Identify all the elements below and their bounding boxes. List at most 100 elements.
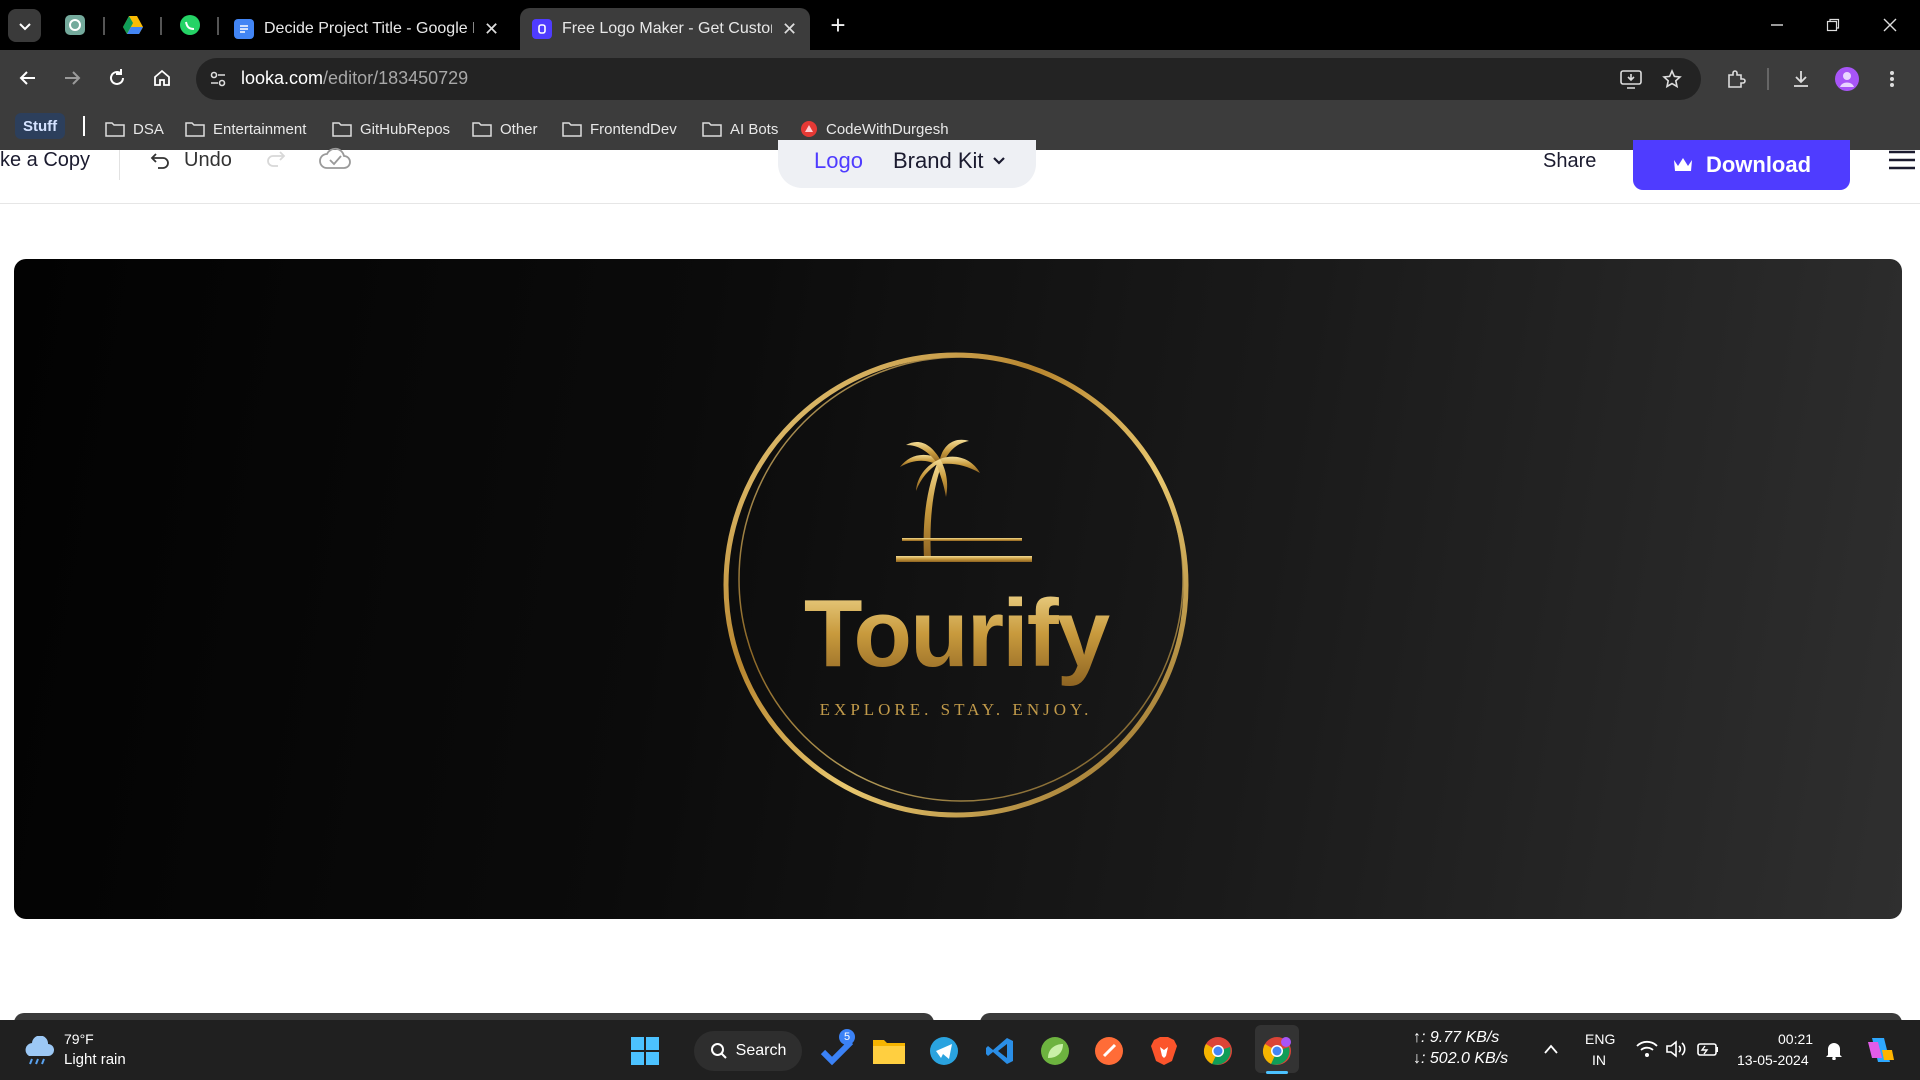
bookmark-folder-entertainment[interactable]: Entertainment: [185, 116, 306, 142]
downloads-icon[interactable]: [1786, 64, 1816, 94]
taskbar-app-file-explorer[interactable]: [871, 1033, 907, 1069]
logo-tagline: EXPLORE. STAY. ENJOY.: [820, 700, 1093, 719]
bookmark-stuff[interactable]: Stuff: [15, 113, 66, 139]
crown-icon: [1673, 158, 1692, 171]
show-hidden-icons-icon[interactable]: [1543, 1042, 1559, 1060]
taskbar-app-todo[interactable]: 5: [819, 1029, 855, 1069]
search-label: Search: [735, 1042, 787, 1059]
folder-icon: [873, 1040, 905, 1064]
taskbar-app-brave[interactable]: [1146, 1033, 1182, 1069]
bookmark-label: CodeWithDurgesh: [826, 120, 949, 138]
taskbar-app-telegram[interactable]: [926, 1033, 962, 1069]
folder-icon: [472, 122, 492, 137]
forward-arrow-icon[interactable]: [57, 63, 87, 93]
google-docs-icon: [234, 19, 254, 39]
copilot-icon[interactable]: [1864, 1036, 1896, 1069]
restore-icon[interactable]: [1818, 10, 1848, 40]
more-vert-icon[interactable]: [1877, 64, 1907, 94]
url-text[interactable]: looka.com/editor/183450729: [241, 68, 468, 89]
bookmark-label: DSA: [133, 120, 164, 138]
bookmark-folder-githubrepos[interactable]: GitHubRepos: [332, 116, 450, 142]
logo-brand-name: Tourify: [804, 580, 1110, 687]
brand-kit-label: Brand Kit: [893, 148, 984, 173]
folder-icon: [562, 122, 582, 137]
bookmark-folder-other[interactable]: Other: [472, 116, 538, 142]
taskbar-search[interactable]: Search: [694, 1031, 802, 1071]
search-icon: [710, 1043, 727, 1059]
url-host: looka.com: [241, 68, 324, 88]
spring-leaf-icon: [1041, 1037, 1069, 1065]
extensions-icon[interactable]: [1721, 64, 1751, 94]
new-tab-button[interactable]: +: [823, 10, 853, 40]
bookmark-star-icon[interactable]: [1657, 64, 1687, 94]
install-app-icon[interactable]: [1616, 64, 1646, 94]
back-arrow-icon[interactable]: [13, 63, 43, 93]
clock-time[interactable]: 00:21: [1778, 1031, 1813, 1047]
taskbar-app-postman[interactable]: [1091, 1033, 1127, 1069]
window-close-icon[interactable]: [1875, 10, 1905, 40]
hamburger-menu-icon[interactable]: [1888, 150, 1916, 175]
active-app-indicator: [1266, 1071, 1288, 1074]
redo-icon[interactable]: [264, 148, 286, 173]
tab-separator: [160, 17, 162, 35]
bookmark-folder-dsa[interactable]: DSA: [105, 116, 164, 142]
volume-icon[interactable]: [1665, 1040, 1687, 1063]
home-icon[interactable]: [147, 63, 177, 93]
brave-lion-icon: [1151, 1037, 1177, 1065]
toolbar-divider: [1767, 68, 1769, 90]
taskbar-app-chrome[interactable]: [1200, 1033, 1236, 1069]
close-icon[interactable]: ✕: [484, 19, 499, 40]
wifi-icon[interactable]: [1636, 1040, 1658, 1063]
folder-icon: [702, 122, 722, 137]
tab-looka[interactable]: Free Logo Maker - Get Custom Logo Design…: [520, 8, 810, 50]
weather-temp: 79°F: [64, 1031, 94, 1047]
tab-google-docs[interactable]: Decide Project Title - Google Docs ✕: [222, 8, 512, 50]
taskbar-app-springboot[interactable]: [1037, 1033, 1073, 1069]
language-region[interactable]: IN: [1592, 1052, 1606, 1068]
share-button[interactable]: Share: [1543, 150, 1596, 173]
telegram-icon: [930, 1037, 958, 1065]
close-icon[interactable]: ✕: [782, 19, 797, 40]
download-label: Download: [1705, 152, 1812, 177]
battery-icon[interactable]: [1696, 1040, 1720, 1063]
bookmark-codewithdurgesh[interactable]: CodeWithDurgesh: [800, 116, 949, 142]
chrome-icon: [1262, 1037, 1291, 1065]
tab-brand-kit[interactable]: Brand Kit: [893, 148, 1006, 174]
pinned-tab-drive[interactable]: [120, 12, 146, 38]
taskbar-app-chrome-profile[interactable]: [1259, 1033, 1295, 1069]
bookmark-folder-frontenddev[interactable]: FrontendDev: [562, 116, 677, 142]
reload-icon[interactable]: [102, 63, 132, 93]
horizon-lines: [896, 538, 1032, 562]
bookmark-label: FrontendDev: [590, 120, 677, 138]
logo-preview-canvas[interactable]: Tourify EXPLORE. STAY. ENJOY.: [14, 259, 1902, 919]
bookmark-folder-ai-bots[interactable]: AI Bots: [702, 116, 778, 142]
undo-icon: [150, 153, 169, 169]
tab-logo[interactable]: Logo: [814, 148, 863, 174]
whatsapp-icon: [180, 15, 200, 35]
notification-bell-icon[interactable]: [1825, 1040, 1843, 1065]
make-a-copy-button[interactable]: ke a Copy: [0, 149, 90, 172]
minimize-icon[interactable]: [1762, 10, 1792, 40]
language-code[interactable]: ENG: [1585, 1031, 1615, 1047]
pinned-tab-whatsapp[interactable]: [177, 12, 203, 38]
chrome-icon: [1203, 1037, 1232, 1065]
clock-date[interactable]: 13-05-2024: [1737, 1052, 1809, 1068]
download-speed: ↓: 502.0 KB/s: [1413, 1050, 1509, 1067]
weather-desc: Light rain: [64, 1051, 126, 1068]
weather-icon[interactable]: [20, 1035, 56, 1071]
tab-title: Free Logo Maker - Get Custom Logo Design…: [562, 20, 772, 37]
profile-avatar[interactable]: [1832, 64, 1862, 94]
undo-button[interactable]: Undo: [150, 148, 232, 172]
vscode-icon: [986, 1038, 1013, 1064]
taskbar-app-vscode[interactable]: [982, 1033, 1018, 1069]
start-button[interactable]: [627, 1033, 663, 1069]
windows-logo-icon: [631, 1037, 659, 1065]
tab-search-button[interactable]: [8, 9, 41, 42]
download-button[interactable]: Download: [1633, 140, 1850, 190]
bookmark-label: AI Bots: [730, 120, 779, 138]
google-drive-icon: [123, 16, 143, 34]
looka-icon: [532, 19, 552, 39]
cloud-saved-icon: [318, 145, 352, 176]
pinned-tab-chatgpt[interactable]: [62, 12, 88, 38]
site-info-icon[interactable]: [203, 64, 233, 94]
